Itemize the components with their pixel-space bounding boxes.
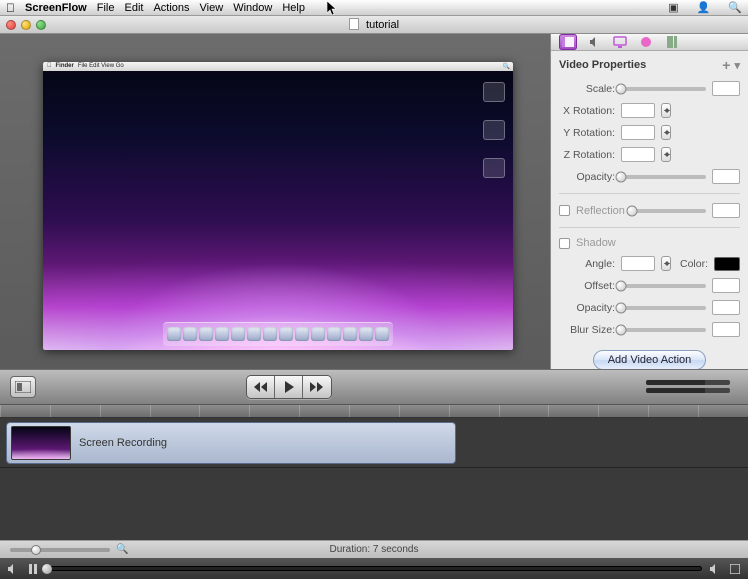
opacity-slider[interactable] xyxy=(621,175,706,179)
reflection-checkbox[interactable] xyxy=(559,205,570,216)
scale-value[interactable] xyxy=(712,81,740,96)
recorded-desktop-icons xyxy=(483,82,505,178)
document-icon xyxy=(349,18,359,30)
blur-value[interactable] xyxy=(712,322,740,337)
scrub-track[interactable] xyxy=(46,566,702,571)
window-zoom-button[interactable] xyxy=(36,20,46,30)
shadow-label: Shadow xyxy=(576,237,616,249)
xrotation-value[interactable] xyxy=(621,103,655,118)
yrotation-label: Y Rotation: xyxy=(559,127,615,139)
inspector-title: Video Properties + ▾ xyxy=(551,51,748,77)
transport-bar xyxy=(0,369,748,405)
offset-value[interactable] xyxy=(712,278,740,293)
menu-window[interactable]: Window xyxy=(233,2,272,14)
video-canvas[interactable]:  Finder File Edit View Go 🔍 xyxy=(43,62,513,350)
add-property-icon[interactable]: + xyxy=(722,57,730,73)
yrotation-value[interactable] xyxy=(621,125,655,140)
reflection-label: Reflection xyxy=(576,205,626,217)
xrotation-stepper[interactable] xyxy=(661,103,671,118)
blur-label: Blur Size: xyxy=(559,324,615,336)
inspector-tabs xyxy=(551,34,748,51)
angle-value[interactable] xyxy=(621,256,655,271)
apple-menu-icon[interactable]:  xyxy=(6,1,15,15)
menu-file[interactable]: File xyxy=(97,2,115,14)
angle-label: Angle: xyxy=(559,258,615,270)
angle-stepper[interactable] xyxy=(661,256,671,271)
sys-display-icon[interactable]: ▣ xyxy=(668,1,678,14)
canvas-area[interactable]:  Finder File Edit View Go 🔍 xyxy=(0,34,550,369)
window-close-button[interactable] xyxy=(6,20,16,30)
clip-thumbnail xyxy=(11,426,71,460)
play-button[interactable] xyxy=(275,376,303,398)
timeline-ruler[interactable] xyxy=(0,405,748,418)
tab-callout[interactable] xyxy=(637,34,655,50)
reflection-value[interactable] xyxy=(712,203,740,218)
opacity-value[interactable] xyxy=(712,169,740,184)
forward-button[interactable] xyxy=(303,376,331,398)
offset-label: Offset: xyxy=(559,280,615,292)
menu-edit[interactable]: Edit xyxy=(124,2,143,14)
shadow-checkbox[interactable] xyxy=(559,238,570,249)
color-label: Color: xyxy=(680,258,708,270)
recorded-dock xyxy=(163,322,393,346)
scrub-bar xyxy=(0,558,748,579)
window-titlebar[interactable]: tutorial xyxy=(0,16,748,34)
xrotation-label: X Rotation: xyxy=(559,105,615,117)
sys-user-icon[interactable]: 👤 xyxy=(697,1,711,14)
macos-menubar:  ScreenFlow File Edit Actions View Wind… xyxy=(0,0,748,16)
tab-screen[interactable] xyxy=(611,34,629,50)
scrub-volume-icon[interactable] xyxy=(708,562,722,576)
clip-tools-button[interactable] xyxy=(10,376,36,398)
menu-help[interactable]: Help xyxy=(282,2,305,14)
recorded-menubar:  Finder File Edit View Go 🔍 xyxy=(43,62,513,71)
menu-view[interactable]: View xyxy=(200,2,224,14)
opacity-label: Opacity: xyxy=(559,171,615,183)
duration-label: Duration: 7 seconds xyxy=(0,544,748,555)
clip-label: Screen Recording xyxy=(79,437,167,449)
yrotation-stepper[interactable] xyxy=(661,125,671,140)
tab-media[interactable] xyxy=(663,34,681,50)
zoom-bar: 🔍 Duration: 7 seconds xyxy=(0,540,748,558)
scale-label: Scale: xyxy=(559,83,615,95)
inspector-panel: Video Properties + ▾ Scale: X Rotation: … xyxy=(550,34,748,369)
property-menu-icon[interactable]: ▾ xyxy=(734,59,740,72)
app-menu[interactable]: ScreenFlow xyxy=(25,2,87,14)
zrotation-value[interactable] xyxy=(621,147,655,162)
shadow-opacity-label: Opacity: xyxy=(559,302,615,314)
playback-controls xyxy=(246,375,332,399)
shadow-color-swatch[interactable] xyxy=(714,257,740,271)
window-title: tutorial xyxy=(0,18,748,31)
scrub-mute-button[interactable] xyxy=(6,562,20,576)
scrub-fullscreen-button[interactable] xyxy=(728,562,742,576)
timeline[interactable]: Screen Recording xyxy=(0,405,748,540)
offset-slider[interactable] xyxy=(621,284,706,288)
tab-audio[interactable] xyxy=(585,34,603,50)
shadow-opacity-value[interactable] xyxy=(712,300,740,315)
reflection-slider[interactable] xyxy=(632,209,706,213)
window-minimize-button[interactable] xyxy=(21,20,31,30)
timeline-clip[interactable]: Screen Recording xyxy=(6,422,456,464)
rewind-button[interactable] xyxy=(247,376,275,398)
zrotation-label: Z Rotation: xyxy=(559,149,615,161)
blur-slider[interactable] xyxy=(621,328,706,332)
scale-slider[interactable] xyxy=(621,87,706,91)
audio-meter xyxy=(646,380,730,394)
shadow-opacity-slider[interactable] xyxy=(621,306,706,310)
scrub-pause-button[interactable] xyxy=(26,562,40,576)
zrotation-stepper[interactable] xyxy=(661,147,671,162)
spotlight-icon[interactable]: 🔍 xyxy=(728,1,742,14)
add-video-action-button[interactable]: Add Video Action xyxy=(593,350,707,369)
timeline-track[interactable]: Screen Recording xyxy=(0,418,748,468)
menu-actions[interactable]: Actions xyxy=(153,2,189,14)
tab-video[interactable] xyxy=(559,34,577,50)
